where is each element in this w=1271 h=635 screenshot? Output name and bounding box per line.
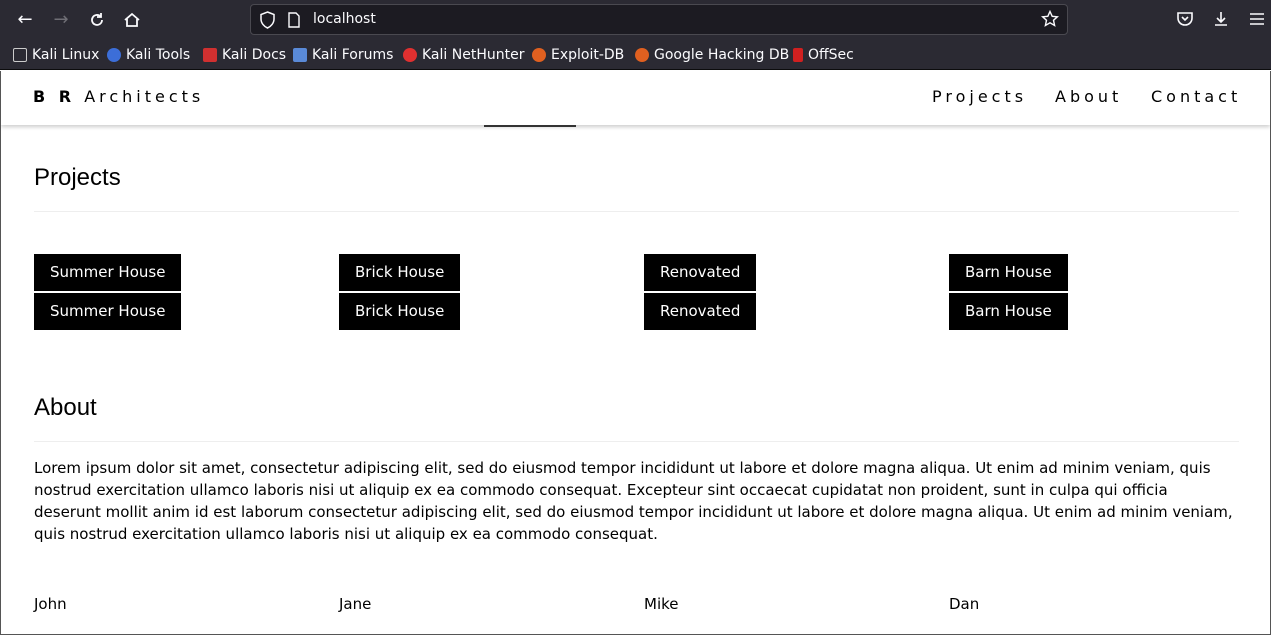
bookmark-offsec[interactable]: OffSec xyxy=(793,45,854,65)
team-member-name: John xyxy=(34,595,67,613)
bookmark-label: Google Hacking DB xyxy=(654,47,790,63)
site-navbar: B R Architects Projects About Contact xyxy=(1,71,1270,125)
nav-active-underline xyxy=(484,125,576,127)
address-bar[interactable]: localhost xyxy=(250,4,1068,35)
projects-divider xyxy=(34,211,1239,212)
bookmark-label: Kali Forums xyxy=(312,47,394,63)
browser-toolbar: ← → localhost xyxy=(0,0,1271,40)
bookmark-label: Kali Docs xyxy=(222,47,287,63)
bookmark-label: Kali NetHunter xyxy=(422,47,525,63)
kali-linux-icon xyxy=(13,48,27,62)
site-brand[interactable]: B R Architects xyxy=(33,87,204,106)
nav-about[interactable]: About xyxy=(1055,87,1122,106)
download-icon[interactable] xyxy=(1211,9,1231,29)
bookmark-kali-forums[interactable]: Kali Forums xyxy=(293,45,393,65)
about-paragraph: Lorem ipsum dolor sit amet, consectetur … xyxy=(34,459,1233,543)
url-text[interactable]: localhost xyxy=(313,11,376,27)
bookmark-kali-nethunter[interactable]: Kali NetHunter xyxy=(403,45,524,65)
bookmarks-bar: Kali Linux Kali Tools Kali Docs Kali For… xyxy=(0,40,1271,70)
page-icon xyxy=(288,12,300,28)
kali-forums-icon xyxy=(293,48,307,62)
bookmark-label: Kali Tools xyxy=(126,47,191,63)
kali-tools-icon xyxy=(107,48,121,62)
google-hacking-db-icon xyxy=(635,48,649,62)
bookmark-label: Kali Linux xyxy=(32,47,100,63)
about-divider xyxy=(34,441,1239,442)
team-member-name: Mike xyxy=(644,595,679,613)
home-icon[interactable] xyxy=(120,8,144,32)
page-viewport: B R Architects Projects About Contact Pr… xyxy=(0,71,1271,635)
bookmark-kali-tools[interactable]: Kali Tools xyxy=(107,45,190,65)
bookmark-kali-linux[interactable]: Kali Linux xyxy=(13,45,99,65)
bookmark-label: OffSec xyxy=(808,47,854,63)
projects-heading: Projects xyxy=(34,164,121,191)
project-brick-house-button[interactable]: Brick House xyxy=(339,254,461,291)
kali-nethunter-icon xyxy=(403,48,417,62)
project-brick-house-button[interactable]: Brick House xyxy=(339,293,461,330)
project-renovated-button[interactable]: Renovated xyxy=(644,293,757,330)
bookmark-star-icon[interactable] xyxy=(1041,10,1059,28)
brand-rest: Architects xyxy=(84,87,205,106)
team-member-name: Dan xyxy=(949,595,980,613)
bookmark-kali-docs[interactable]: Kali Docs xyxy=(203,45,286,65)
project-renovated-button[interactable]: Renovated xyxy=(644,254,757,291)
project-summer-house-button[interactable]: Summer House xyxy=(34,293,182,330)
team-member-name: Jane xyxy=(339,595,372,613)
exploit-db-icon xyxy=(532,48,546,62)
kali-docs-icon xyxy=(203,48,217,62)
pocket-icon[interactable] xyxy=(1175,9,1195,29)
project-summer-house-button[interactable]: Summer House xyxy=(34,254,182,291)
bookmark-label: Exploit-DB xyxy=(551,47,625,63)
forward-arrow-icon[interactable]: → xyxy=(49,8,73,32)
nav-projects[interactable]: Projects xyxy=(932,87,1027,106)
project-barn-house-button[interactable]: Barn House xyxy=(949,254,1068,291)
bookmark-exploit-db[interactable]: Exploit-DB xyxy=(532,45,624,65)
about-heading: About xyxy=(34,394,97,421)
back-arrow-icon[interactable]: ← xyxy=(13,8,37,32)
reload-icon[interactable] xyxy=(85,8,109,32)
project-barn-house-button[interactable]: Barn House xyxy=(949,293,1068,330)
offsec-icon xyxy=(793,48,803,62)
menu-icon[interactable] xyxy=(1247,9,1267,29)
shield-icon[interactable] xyxy=(259,11,276,29)
nav-contact[interactable]: Contact xyxy=(1151,87,1241,106)
bookmark-google-hacking-db[interactable]: Google Hacking DB xyxy=(635,45,789,65)
brand-bold: B R xyxy=(33,87,76,106)
